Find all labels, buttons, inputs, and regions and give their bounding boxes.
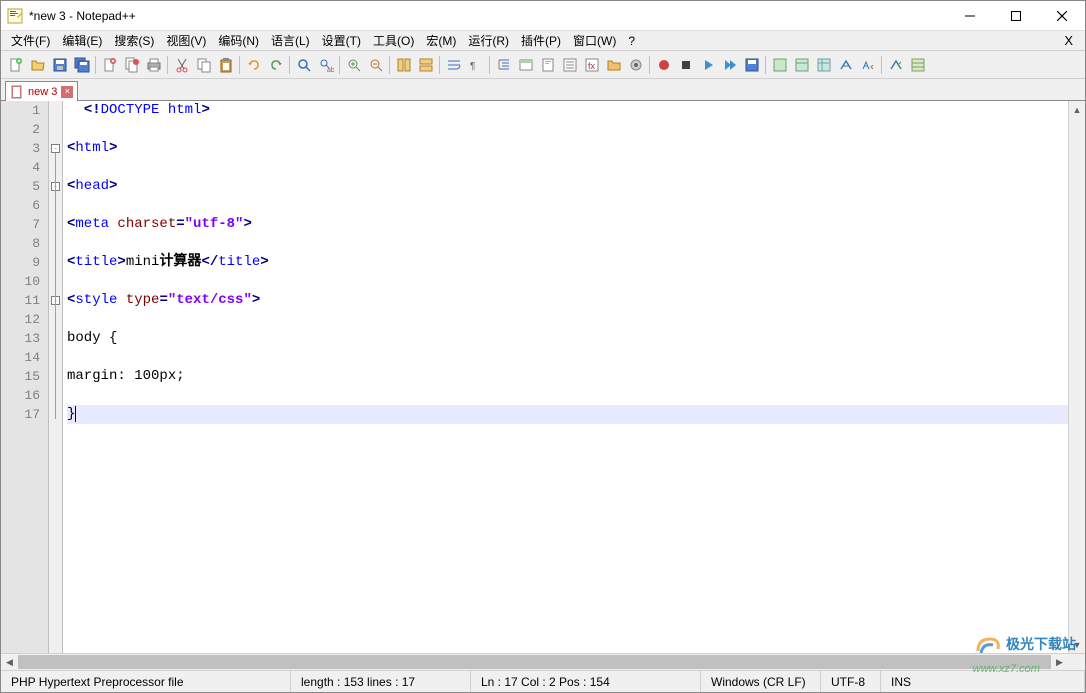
document-tab[interactable]: new 3 × — [5, 81, 78, 101]
line-number-gutter: 1234567891011121314151617 — [1, 101, 49, 653]
menu-language[interactable]: 语言(L) — [265, 30, 316, 51]
func-list-icon[interactable]: fx — [581, 54, 602, 75]
t5-icon[interactable] — [857, 54, 878, 75]
status-position: Ln : 17 Col : 2 Pos : 154 — [471, 671, 701, 692]
folder-icon[interactable] — [603, 54, 624, 75]
sync-v-icon[interactable] — [393, 54, 414, 75]
show-all-chars-icon[interactable]: ¶ — [465, 54, 486, 75]
find-icon[interactable] — [293, 54, 314, 75]
save-icon[interactable] — [49, 54, 70, 75]
status-length: length : 153 lines : 17 — [291, 671, 471, 692]
close-file-icon[interactable] — [99, 54, 120, 75]
window-title: *new 3 - Notepad++ — [29, 9, 947, 23]
indent-guide-icon[interactable] — [493, 54, 514, 75]
monitor-icon[interactable] — [625, 54, 646, 75]
close-tab-icon[interactable]: × — [61, 86, 73, 98]
menubar-close-x[interactable]: X — [1056, 31, 1081, 50]
menubar: 文件(F) 编辑(E) 搜索(S) 视图(V) 编码(N) 语言(L) 设置(T… — [1, 31, 1085, 51]
minimize-button[interactable] — [947, 1, 993, 31]
wrap-icon[interactable] — [443, 54, 464, 75]
status-filetype: PHP Hypertext Preprocessor file — [1, 671, 291, 692]
doc-map-icon[interactable] — [537, 54, 558, 75]
menu-macro[interactable]: 宏(M) — [420, 30, 462, 51]
toolbar: ab ¶ fx — [1, 51, 1085, 79]
t7-icon[interactable] — [907, 54, 928, 75]
code-text-area[interactable]: <!DOCTYPE html><html><head><meta charset… — [63, 101, 1068, 653]
stop-icon[interactable] — [675, 54, 696, 75]
menu-search[interactable]: 搜索(S) — [108, 30, 160, 51]
scroll-up-arrow-icon[interactable]: ▲ — [1069, 101, 1085, 118]
undo-icon[interactable] — [243, 54, 264, 75]
scroll-right-arrow-icon[interactable]: ▶ — [1051, 654, 1068, 670]
app-icon — [7, 8, 23, 24]
menu-window[interactable]: 窗口(W) — [567, 30, 622, 51]
save-macro-icon[interactable] — [741, 54, 762, 75]
t6-icon[interactable] — [885, 54, 906, 75]
new-file-icon[interactable] — [5, 54, 26, 75]
t4-icon[interactable] — [835, 54, 856, 75]
editor: 1234567891011121314151617 --- <!DOCTYPE … — [1, 101, 1085, 653]
fold-toggle-icon[interactable]: - — [51, 144, 60, 153]
menu-encoding[interactable]: 编码(N) — [212, 30, 265, 51]
status-eol[interactable]: Windows (CR LF) — [701, 671, 821, 692]
menu-help[interactable]: ? — [622, 32, 641, 50]
menu-plugins[interactable]: 插件(P) — [515, 30, 567, 51]
t2-icon[interactable] — [791, 54, 812, 75]
tab-label: new 3 — [28, 86, 57, 98]
udl-icon[interactable] — [515, 54, 536, 75]
svg-text:fx: fx — [588, 61, 596, 71]
zoom-in-icon[interactable] — [343, 54, 364, 75]
play-icon[interactable] — [697, 54, 718, 75]
status-encoding[interactable]: UTF-8 — [821, 671, 881, 692]
print-icon[interactable] — [143, 54, 164, 75]
paste-icon[interactable] — [215, 54, 236, 75]
menu-view[interactable]: 视图(V) — [160, 30, 212, 51]
save-all-icon[interactable] — [71, 54, 92, 75]
sync-h-icon[interactable] — [415, 54, 436, 75]
redo-icon[interactable] — [265, 54, 286, 75]
menu-edit[interactable]: 编辑(E) — [56, 30, 108, 51]
record-icon[interactable] — [653, 54, 674, 75]
modified-file-icon — [10, 85, 24, 99]
zoom-out-icon[interactable] — [365, 54, 386, 75]
horizontal-scrollbar[interactable]: ◀ ▶ — [1, 653, 1085, 670]
cut-icon[interactable] — [171, 54, 192, 75]
statusbar: PHP Hypertext Preprocessor file length :… — [1, 670, 1085, 692]
menu-file[interactable]: 文件(F) — [5, 30, 56, 51]
close-all-icon[interactable] — [121, 54, 142, 75]
menu-tools[interactable]: 工具(O) — [367, 30, 420, 51]
scroll-down-arrow-icon[interactable]: ▼ — [1069, 636, 1085, 653]
doc-list-icon[interactable] — [559, 54, 580, 75]
fold-column[interactable]: --- — [49, 101, 63, 653]
replace-icon[interactable]: ab — [315, 54, 336, 75]
menu-run[interactable]: 运行(R) — [462, 30, 515, 51]
titlebar: *new 3 - Notepad++ — [1, 1, 1085, 31]
close-button[interactable] — [1039, 1, 1085, 31]
tabbar: new 3 × — [1, 79, 1085, 101]
copy-icon[interactable] — [193, 54, 214, 75]
t1-icon[interactable] — [769, 54, 790, 75]
play-multi-icon[interactable] — [719, 54, 740, 75]
vertical-scrollbar[interactable]: ▲ ▼ — [1068, 101, 1085, 653]
maximize-button[interactable] — [993, 1, 1039, 31]
svg-text:ab: ab — [327, 67, 334, 73]
open-file-icon[interactable] — [27, 54, 48, 75]
menu-settings[interactable]: 设置(T) — [316, 30, 367, 51]
status-ins[interactable]: INS — [881, 671, 1085, 692]
scroll-left-arrow-icon[interactable]: ◀ — [1, 654, 18, 670]
t3-icon[interactable] — [813, 54, 834, 75]
svg-text:¶: ¶ — [470, 61, 475, 72]
app-window: *new 3 - Notepad++ 文件(F) 编辑(E) 搜索(S) 视图(… — [0, 0, 1086, 693]
